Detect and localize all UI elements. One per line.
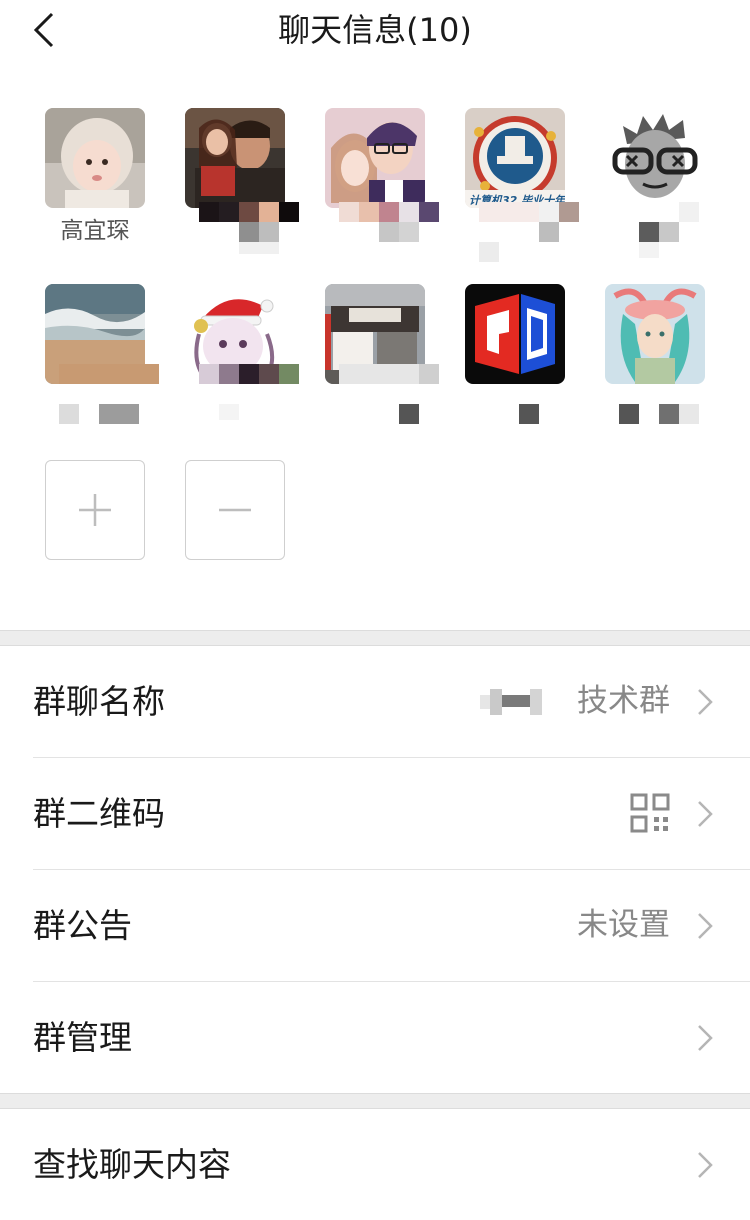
group-manage-row[interactable]: 群管理 [0,982,750,1093]
group-qr-label: 群二维码 [33,794,165,833]
avatar[interactable] [185,108,285,208]
add-member-button[interactable] [45,460,145,560]
avatar[interactable] [605,108,705,208]
group-qr-row[interactable]: 群二维码 [0,758,750,869]
qr-code-icon [630,793,670,833]
name-mosaic [339,364,449,424]
section-gap [0,1093,750,1109]
name-mosaic [59,364,169,424]
member-item[interactable] [325,108,439,242]
member-grid: 高宜琛 计算机32 毕业十年 [0,60,750,630]
plus-icon [79,494,111,526]
group-name-row[interactable]: 群聊名称 技术群 [0,646,750,757]
page-title: 聊天信息(10) [278,11,472,49]
chevron-right-icon [698,913,713,939]
group-name-value: 技术群 [577,683,670,719]
name-mosaic [479,364,579,424]
avatar[interactable] [45,108,145,208]
member-item[interactable] [465,284,565,424]
value-mosaic [480,689,542,715]
section-gap [0,630,750,646]
member-item[interactable] [605,108,705,258]
member-item[interactable] [605,284,705,424]
member-item[interactable] [185,284,299,420]
chevron-right-icon [698,1152,713,1178]
avatar[interactable]: 计算机32 毕业十年 [465,108,565,208]
search-chat-row[interactable]: 查找聊天内容 [0,1109,750,1220]
minus-icon [219,508,251,512]
name-mosaic [339,202,439,252]
member-name: 高宜琛 [60,218,130,244]
avatar[interactable] [325,108,425,208]
chevron-right-icon [698,1025,713,1051]
member-item[interactable] [325,284,439,424]
group-notice-value: 未设置 [577,907,670,943]
chevron-right-icon [698,689,713,715]
name-mosaic [199,202,299,262]
group-manage-label: 群管理 [33,1018,132,1057]
member-item[interactable] [185,108,299,254]
search-chat-label: 查找聊天内容 [33,1145,231,1184]
member-item[interactable]: 计算机32 毕业十年 [465,108,579,262]
name-mosaic [199,364,299,424]
group-name-label: 群聊名称 [33,682,165,721]
name-mosaic [619,364,719,424]
nav-bar: 聊天信息(10) [0,0,750,60]
member-item[interactable] [45,284,159,424]
remove-member-button[interactable] [185,460,285,560]
chevron-right-icon [698,801,713,827]
name-mosaic [479,202,579,262]
name-mosaic [619,202,719,262]
group-notice-row[interactable]: 群公告 未设置 [0,870,750,981]
member-item[interactable]: 高宜琛 [45,108,145,246]
group-notice-label: 群公告 [33,906,132,945]
